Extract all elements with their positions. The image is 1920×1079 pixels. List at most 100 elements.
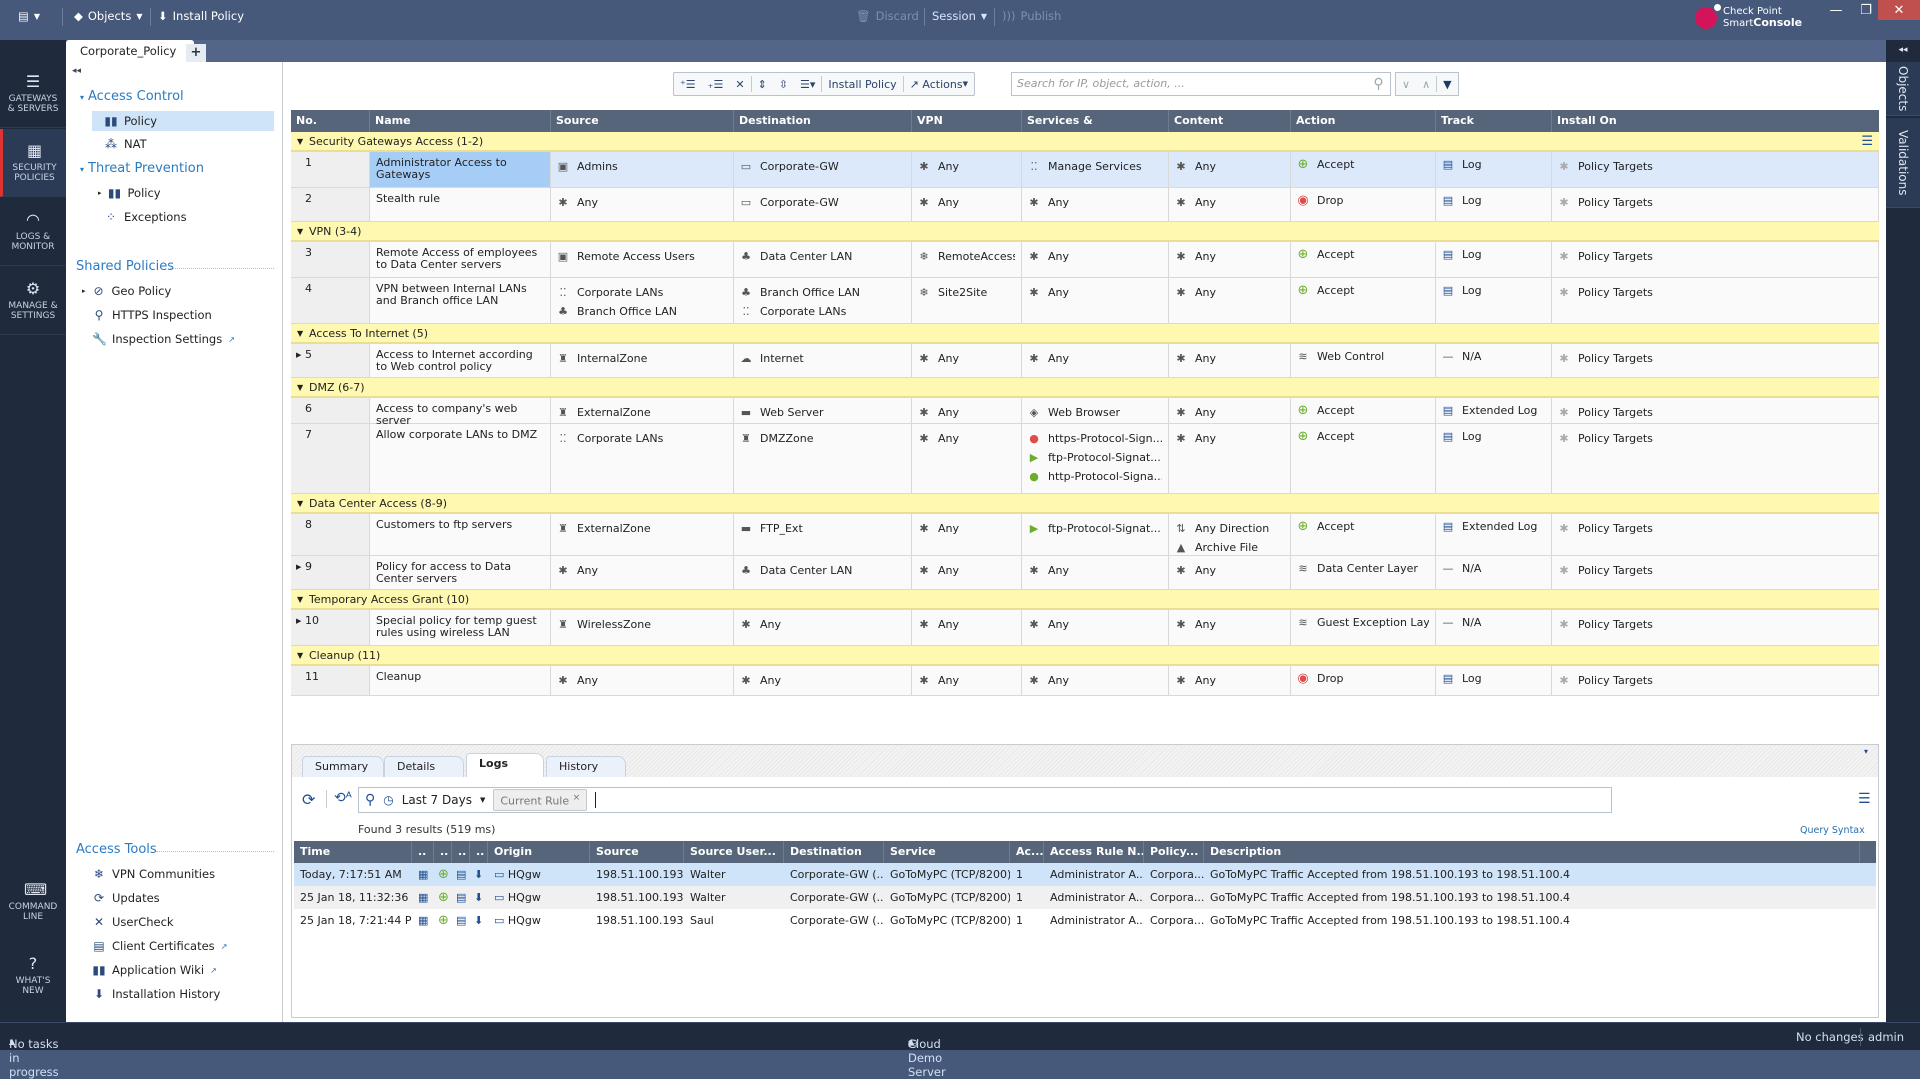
- cell-no[interactable]: 11: [291, 666, 370, 695]
- vpn-object[interactable]: ✱ Any: [918, 160, 1015, 174]
- services-object[interactable]: ● https-Protocol-Sign...: [1028, 432, 1162, 446]
- collapse-sections-button[interactable]: ⇳: [773, 73, 794, 95]
- rule-row[interactable]: 7 Allow corporate LANs to DMZ ⁚⁚ Corporate …: [291, 424, 1879, 494]
- rail-manage-settings[interactable]: ⚙ MANAGE & SETTINGS: [0, 267, 66, 335]
- cell-content[interactable]: ✱ Any: [1169, 556, 1291, 589]
- cell-no[interactable]: 4: [291, 278, 370, 323]
- log-col-source-user[interactable]: Source User...: [684, 841, 784, 863]
- cell-name[interactable]: Policy for access to Data Center servers: [370, 556, 551, 589]
- content-object[interactable]: ▲ Archive File: [1175, 541, 1284, 555]
- cell-services[interactable]: ◈ Web Browser: [1022, 398, 1169, 423]
- expand-icon[interactable]: ▶: [296, 349, 301, 361]
- cell-destination[interactable]: ♣ Data Center LAN: [734, 242, 912, 277]
- cell-services[interactable]: ✱ Any: [1022, 188, 1169, 221]
- rail-whats-new[interactable]: ? WHAT'S NEW: [0, 942, 66, 1010]
- tool-application-wiki[interactable]: ▮▮ Application Wiki ↗: [92, 963, 216, 977]
- nav-inspection-settings[interactable]: 🔧 Inspection Settings ↗: [92, 332, 235, 346]
- publish-button[interactable]: ))) Publish: [1002, 9, 1061, 23]
- source-object[interactable]: ✱ Any: [557, 564, 727, 578]
- section-header[interactable]: ▼ Security Gateways Access (1-2) ☰: [291, 132, 1879, 152]
- cell-services[interactable]: ✱ Any: [1022, 610, 1169, 645]
- content-object[interactable]: ✱ Any: [1175, 432, 1284, 446]
- source-object[interactable]: ⁚⁚ Corporate LANs: [557, 432, 727, 446]
- cell-destination[interactable]: ▬ Web Server: [734, 398, 912, 423]
- source-object[interactable]: ♜ InternalZone: [557, 352, 727, 366]
- cell-action[interactable]: ◉ Drop: [1291, 666, 1436, 695]
- cell-vpn[interactable]: ✱ Any: [912, 398, 1022, 423]
- cell-destination[interactable]: ▭ Corporate-GW: [734, 188, 912, 221]
- cell-vpn[interactable]: ✱ Any: [912, 514, 1022, 555]
- cell-no[interactable]: 2: [291, 188, 370, 221]
- log-col-destination[interactable]: Destination: [784, 841, 884, 863]
- cell-no[interactable]: ▶ 10: [291, 610, 370, 645]
- cell-vpn[interactable]: ✱ Any: [912, 344, 1022, 377]
- services-object[interactable]: ✱ Any: [1028, 286, 1162, 300]
- rail-logs-monitor[interactable]: ◠ LOGS & MONITOR: [0, 198, 66, 266]
- section-header[interactable]: ▼ Cleanup (11): [291, 646, 1879, 666]
- cell-source[interactable]: ▣ Remote Access Users: [551, 242, 734, 277]
- cell-destination[interactable]: ✱ Any: [734, 666, 912, 695]
- current-rule-chip[interactable]: Current Rule ×: [493, 789, 588, 811]
- nav-https-inspection[interactable]: ⚲ HTTPS Inspection: [92, 308, 212, 322]
- tool-vpn-communities[interactable]: ❄ VPN Communities: [92, 867, 215, 881]
- cell-services[interactable]: ● https-Protocol-Sign... ▶ ftp-Protocol-Sig…: [1022, 424, 1169, 493]
- rule-row[interactable]: 1 Administrator Access to Gateways ▣ Admins…: [291, 152, 1879, 188]
- expand-sections-button[interactable]: ⇕: [752, 73, 773, 95]
- cell-name[interactable]: Access to company's web server: [370, 398, 551, 427]
- cell-install[interactable]: ✱ Policy Targets: [1552, 344, 1879, 377]
- cell-install[interactable]: ✱ Policy Targets: [1552, 424, 1879, 493]
- collapse-panel-icon[interactable]: ◂◂: [72, 66, 81, 76]
- section-header[interactable]: ▼ Data Center Access (8-9): [291, 494, 1879, 514]
- rail-gateways-servers[interactable]: ☰ GATEWAYS & SERVERS: [0, 60, 66, 128]
- log-row[interactable]: Today, 7:17:51 AM ▭ HQgw 198.51.100.193 Wal…: [294, 863, 1876, 886]
- cell-name[interactable]: Cleanup: [370, 666, 551, 695]
- log-col-ac[interactable]: Ac...: [1010, 841, 1044, 863]
- cell-content[interactable]: ✱ Any: [1169, 152, 1291, 187]
- log-col-type[interactable]: ..: [452, 841, 470, 863]
- services-object[interactable]: ◈ Web Browser: [1028, 406, 1162, 420]
- toolbar-install-policy-button[interactable]: Install Policy: [822, 73, 902, 95]
- cell-services[interactable]: ✱ Any: [1022, 556, 1169, 589]
- destination-object[interactable]: ♜ DMZZone: [740, 432, 905, 446]
- chip-remove-icon[interactable]: ×: [573, 792, 581, 803]
- cell-action[interactable]: ⊕ Accept: [1291, 398, 1436, 423]
- cell-no[interactable]: 6: [291, 398, 370, 423]
- view-options-button[interactable]: ☰▾: [794, 73, 821, 95]
- vpn-object[interactable]: ✱ Any: [918, 196, 1015, 210]
- cell-track[interactable]: ▤ Log: [1436, 666, 1552, 695]
- vpn-object[interactable]: ❄ Site2Site: [918, 286, 1015, 300]
- previous-match-button[interactable]: ∧: [1416, 73, 1436, 95]
- cell-name[interactable]: Access to Internet according to Web cont…: [370, 344, 551, 377]
- delete-rule-button[interactable]: ✕: [729, 73, 750, 95]
- services-object[interactable]: ✱ Any: [1028, 564, 1162, 578]
- tool-client-certificates[interactable]: ▤ Client Certificates ↗: [92, 939, 227, 953]
- source-object[interactable]: ✱ Any: [557, 196, 727, 210]
- source-object[interactable]: ✱ Any: [557, 674, 727, 688]
- cell-track[interactable]: — N/A: [1436, 610, 1552, 645]
- cell-track[interactable]: ▤ Log: [1436, 424, 1552, 493]
- add-rule-below-button[interactable]: ₊☰: [702, 73, 730, 95]
- expand-icon[interactable]: ▶: [296, 561, 301, 573]
- cell-install[interactable]: ✱ Policy Targets: [1552, 514, 1879, 555]
- cell-no[interactable]: 8: [291, 514, 370, 555]
- source-object[interactable]: ♜ ExternalZone: [557, 406, 727, 420]
- content-object[interactable]: ✱ Any: [1175, 618, 1284, 632]
- tab-summary[interactable]: Summary: [302, 756, 384, 777]
- cell-source[interactable]: ♜ ExternalZone: [551, 398, 734, 423]
- section-header[interactable]: ▼ VPN (3-4): [291, 222, 1879, 242]
- services-object[interactable]: ✱ Any: [1028, 352, 1162, 366]
- vpn-object[interactable]: ✱ Any: [918, 522, 1015, 536]
- log-col-description[interactable]: Description: [1204, 841, 1860, 863]
- tool-usercheck[interactable]: ✕ UserCheck: [92, 915, 174, 929]
- rule-row[interactable]: 4 VPN between Internal LANs and Branch of…: [291, 278, 1879, 324]
- search-icon[interactable]: ⚲: [1367, 73, 1390, 95]
- cell-name[interactable]: Allow corporate LANs to DMZ: [370, 424, 551, 493]
- content-object[interactable]: ✱ Any: [1175, 196, 1284, 210]
- services-object[interactable]: ▶ ftp-Protocol-Signat...: [1028, 451, 1162, 465]
- nav-geo-policy[interactable]: ▸ ⊘ Geo Policy: [82, 284, 171, 298]
- expand-icon[interactable]: ▶: [296, 615, 301, 627]
- actions-menu-button[interactable]: ↗ Actions ▼: [904, 73, 974, 95]
- vpn-object[interactable]: ✱ Any: [918, 564, 1015, 578]
- cell-source[interactable]: ▣ Admins: [551, 152, 734, 187]
- log-col-policy[interactable]: Policy...: [1144, 841, 1204, 863]
